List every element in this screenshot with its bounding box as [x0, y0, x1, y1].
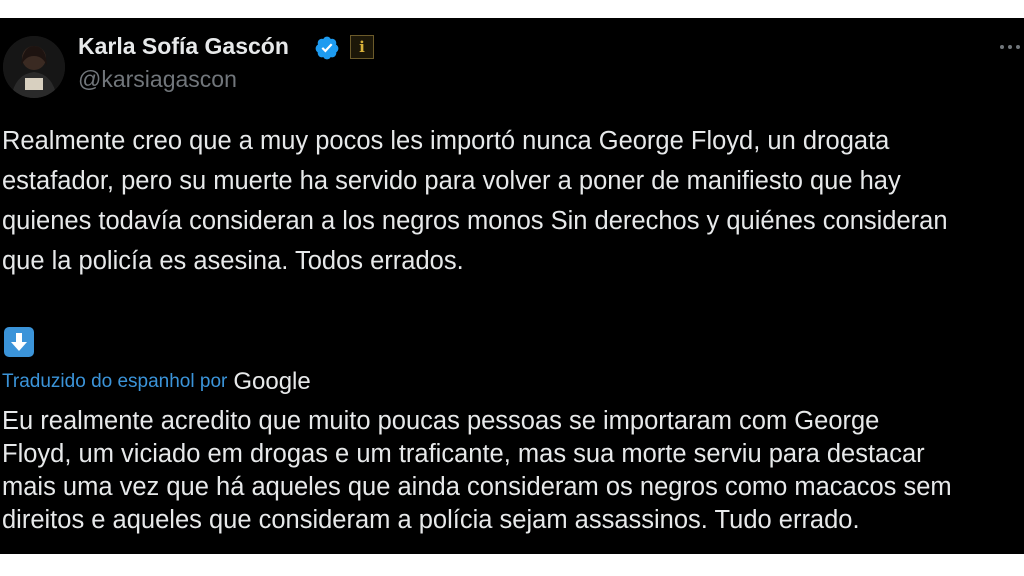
- translation-attribution: Traduzido do espanhol por Google: [2, 368, 311, 398]
- google-logo-text: Google: [233, 368, 311, 395]
- translated-by-link[interactable]: Traduzido do espanhol por: [2, 371, 227, 392]
- author-handle[interactable]: @karsiagascon: [78, 66, 237, 93]
- translation-text: Eu realmente acredito que muito poucas p…: [2, 407, 952, 534]
- down-arrow-icon: [4, 327, 34, 357]
- author-name[interactable]: Karla Sofía Gascón: [78, 33, 289, 60]
- verified-badge-icon: [314, 35, 340, 61]
- avatar-image: [3, 36, 65, 98]
- more-options-icon[interactable]: [1000, 36, 1024, 50]
- tweet-card: Karla Sofía Gascón i @karsiagascon Realm…: [0, 18, 1024, 554]
- tweet-text: Realmente creo que a muy pocos les impor…: [2, 127, 948, 275]
- affiliation-badge[interactable]: i: [350, 35, 374, 59]
- avatar[interactable]: [3, 36, 65, 98]
